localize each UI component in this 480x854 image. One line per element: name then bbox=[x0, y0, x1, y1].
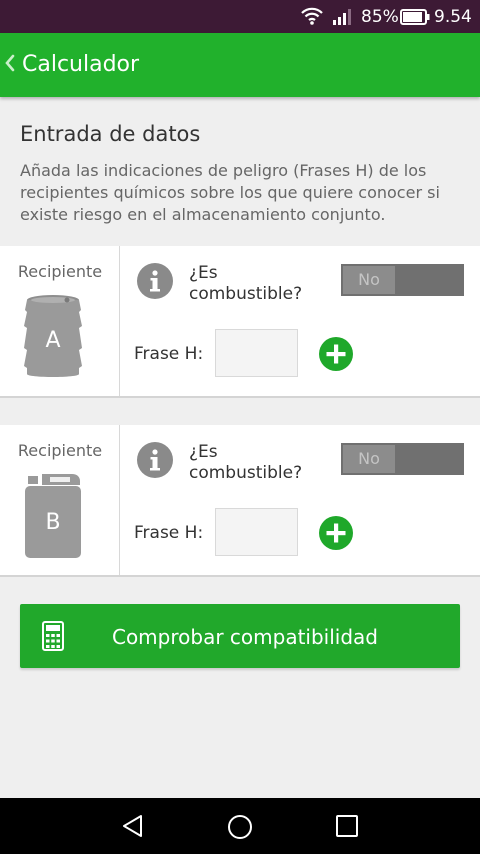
combustible-question-b: ¿Es combustible? bbox=[189, 442, 303, 483]
frase-h-label-b: Frase H: bbox=[134, 523, 204, 543]
svg-text:B: B bbox=[45, 510, 60, 535]
combustible-toggle-b[interactable]: No bbox=[341, 443, 464, 475]
container-b-label: Recipiente bbox=[17, 441, 103, 460]
wifi-icon bbox=[300, 7, 324, 29]
battery-percent: 85% bbox=[361, 7, 399, 27]
container-card-a: Recipiente A ¿Es combustible? No Frase H… bbox=[0, 246, 480, 398]
frase-h-label-a: Frase H: bbox=[134, 344, 204, 364]
container-a-panel: Recipiente A bbox=[0, 246, 120, 396]
check-compatibility-label: Comprobar compatibilidad bbox=[111, 625, 378, 649]
signal-icon bbox=[333, 9, 355, 29]
add-frase-h-button-a[interactable] bbox=[318, 336, 354, 376]
section-title: Entrada de datos bbox=[20, 122, 201, 146]
barrel-icon: A bbox=[22, 294, 84, 384]
plus-icon bbox=[319, 337, 353, 371]
app-bar: Calculador bbox=[0, 33, 480, 97]
status-bar: 85% 9.54 bbox=[0, 0, 480, 33]
back-chevron-icon[interactable] bbox=[4, 53, 16, 77]
plus-icon bbox=[319, 516, 353, 550]
container-card-b: Recipiente B ¿Es combustible? No Frase H… bbox=[0, 425, 480, 577]
combustible-toggle-a[interactable]: No bbox=[341, 264, 464, 296]
combustible-question-a: ¿Es combustible? bbox=[189, 263, 303, 304]
info-icon[interactable] bbox=[137, 442, 173, 482]
nav-recent-apps-icon[interactable] bbox=[336, 815, 358, 841]
page-title[interactable]: Calculador bbox=[22, 52, 139, 77]
check-compatibility-button[interactable]: Comprobar compatibilidad bbox=[20, 604, 460, 668]
container-a-label: Recipiente bbox=[17, 262, 103, 281]
toggle-knob: No bbox=[343, 445, 395, 473]
nav-home-icon[interactable] bbox=[227, 814, 253, 844]
svg-text:A: A bbox=[45, 328, 60, 353]
clock: 9.54 bbox=[434, 7, 472, 27]
jerrycan-icon: B bbox=[22, 473, 84, 565]
container-b-panel: Recipiente B bbox=[0, 425, 120, 575]
add-frase-h-button-b[interactable] bbox=[318, 515, 354, 555]
info-icon[interactable] bbox=[137, 263, 173, 303]
nav-back-icon[interactable] bbox=[121, 814, 145, 842]
toggle-knob: No bbox=[343, 266, 395, 294]
navigation-bar bbox=[0, 798, 480, 854]
frase-h-input-a[interactable] bbox=[215, 329, 298, 377]
battery-icon bbox=[400, 9, 430, 29]
section-description: Añada las indicaciones de peligro (Frase… bbox=[20, 161, 440, 224]
frase-h-input-b[interactable] bbox=[215, 508, 298, 556]
